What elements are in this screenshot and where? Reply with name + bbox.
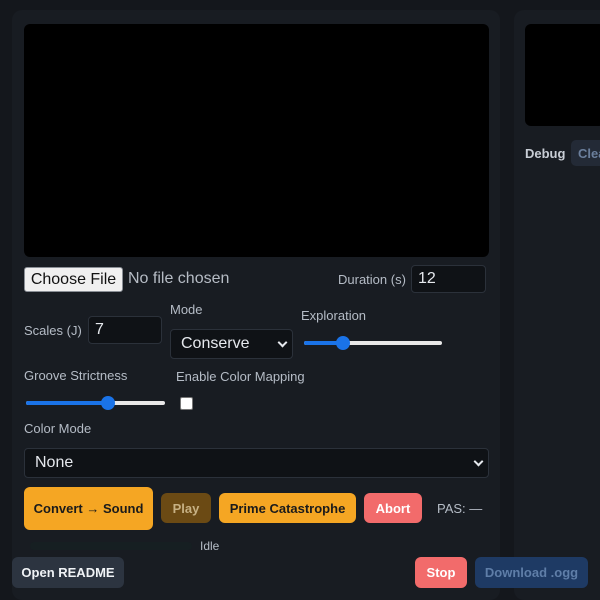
- progress-bar: [30, 542, 192, 550]
- scales-input[interactable]: [88, 316, 162, 344]
- video-preview: [24, 24, 489, 257]
- duration-label: Duration (s): [338, 272, 406, 287]
- file-status: No file chosen: [128, 270, 230, 287]
- debug-label: Debug: [525, 146, 566, 161]
- duration-input[interactable]: [411, 265, 486, 293]
- choose-file-button[interactable]: Choose File: [24, 267, 123, 292]
- mode-select[interactable]: Conserve: [170, 329, 293, 359]
- exploration-slider[interactable]: [304, 335, 442, 351]
- chevron-down-icon: [277, 337, 288, 348]
- exploration-label: Exploration: [301, 308, 367, 323]
- color-mode-selected-value: None: [35, 454, 74, 471]
- chevron-down-icon: [473, 456, 484, 467]
- open-readme-button[interactable]: Open README: [12, 557, 124, 588]
- debug-preview: [525, 24, 600, 126]
- color-mapping-label: Enable Color Mapping: [176, 369, 305, 384]
- slider-thumb[interactable]: [101, 396, 115, 410]
- mode-label: Mode: [170, 302, 203, 317]
- abort-button[interactable]: Abort: [364, 493, 422, 523]
- play-button[interactable]: Play: [161, 493, 211, 523]
- convert-to-sound-button[interactable]: Convert → Sound: [24, 487, 153, 530]
- download-ogg-button[interactable]: Download .ogg: [475, 557, 588, 588]
- mode-selected-value: Conserve: [181, 335, 250, 352]
- stop-button[interactable]: Stop: [415, 557, 467, 588]
- color-mode-select[interactable]: None: [24, 448, 489, 478]
- clear-debug-button[interactable]: Clear: [571, 140, 600, 166]
- color-mapping-checkbox[interactable]: [180, 397, 193, 410]
- slider-thumb[interactable]: [335, 336, 350, 350]
- progress-status: Idle: [200, 539, 220, 553]
- color-mode-label: Color Mode: [24, 421, 92, 436]
- prime-catastrophe-button[interactable]: Prime Catastrophe: [219, 493, 356, 523]
- scales-label: Scales (J): [24, 323, 82, 338]
- groove-strictness-slider[interactable]: [26, 395, 165, 411]
- groove-strictness-label: Groove Strictness: [24, 368, 128, 383]
- pas-readout: PAS: —: [437, 501, 483, 516]
- slider-fill: [26, 401, 108, 405]
